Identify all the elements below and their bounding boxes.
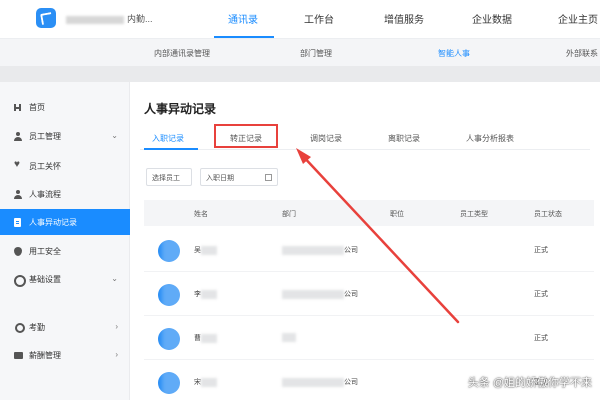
sidebar-item-label: 员工管理: [29, 131, 61, 141]
top-nav: 通讯录 工作台 增值服务 企业数据 企业主页: [0, 0, 600, 38]
employee-name: 曹: [194, 333, 217, 343]
tab-active-indicator: [144, 148, 198, 150]
chevron-right-icon: ›: [115, 350, 118, 359]
redacted-text: [201, 289, 217, 299]
avatar: [158, 372, 180, 394]
sidebar-item-employee-management[interactable]: 员工管理 ⌄: [0, 123, 130, 149]
sidebar-item-employee-care[interactable]: 员工关怀: [0, 153, 130, 179]
home-icon: [14, 103, 23, 112]
sidebar-item-hr-process[interactable]: 人事流程: [0, 181, 130, 207]
user-icon: [14, 189, 23, 199]
employee-department: 公司: [282, 377, 358, 387]
sidebar-item-attendance[interactable]: 考勤 ›: [0, 314, 130, 340]
redacted-text: [282, 333, 296, 342]
tab-hr-analysis-report[interactable]: 人事分析报表: [466, 133, 514, 144]
column-header-position: 职位: [390, 211, 404, 218]
sidebar-item-label: 考勤: [29, 322, 45, 332]
tab-resignation-records[interactable]: 离职记录: [388, 133, 420, 144]
heart-icon: [14, 159, 23, 171]
header-divider-band: [0, 66, 600, 82]
sidebar-item-label: 人事异动记录: [29, 217, 77, 227]
redacted-text: [282, 245, 344, 255]
sidebar-item-hr-change-records[interactable]: 人事异动记录: [0, 209, 130, 235]
table-row[interactable]: 吴 公司 正式: [144, 228, 594, 272]
calendar-icon: [265, 174, 272, 181]
sidebar-item-label: 薪酬管理: [29, 350, 61, 360]
sidebar-item-label: 首页: [29, 102, 45, 112]
gear-icon: [14, 274, 26, 287]
record-tabs: 入职记录 转正记录 调岗记录 离职记录 人事分析报表: [140, 128, 590, 150]
chevron-down-icon: ⌄: [111, 131, 118, 140]
subnav-internal-contacts[interactable]: 内部通讯录管理: [154, 48, 210, 59]
redacted-text: [282, 289, 344, 299]
sidebar-item-salary-management[interactable]: 薪酬管理 ›: [0, 342, 130, 368]
sidebar-item-basic-settings[interactable]: 基础设置 ⌄: [0, 266, 130, 292]
employee-status: 正式: [534, 247, 548, 254]
select-employee-button[interactable]: 选择员工: [146, 168, 192, 186]
annotation-highlight-box: [214, 124, 278, 148]
employee-name: 吴: [194, 245, 217, 255]
shield-icon: [14, 246, 23, 256]
page-title: 人事异动记录: [144, 102, 217, 116]
tab-transfer-records[interactable]: 调岗记录: [310, 133, 342, 144]
employee-name: 李: [194, 289, 217, 299]
subnav-external-contacts[interactable]: 外部联系: [566, 48, 598, 59]
sidebar-item-label: 员工关怀: [29, 161, 61, 171]
table-row[interactable]: 李 公司 正式: [144, 272, 594, 316]
redacted-text: [201, 333, 217, 343]
top-tab-workbench[interactable]: 工作台: [304, 11, 334, 26]
user-icon: [14, 131, 23, 141]
record-icon: [14, 217, 23, 227]
column-header-name: 姓名: [194, 211, 208, 218]
redacted-text: [201, 377, 217, 387]
top-tab-value-added[interactable]: 增值服务: [384, 11, 424, 26]
person-icon: [14, 322, 25, 333]
sidebar-item-label: 基础设置: [29, 274, 61, 284]
top-bar: 内勤... 通讯录 工作台 增值服务 企业数据 企业主页: [0, 0, 600, 38]
table-row[interactable]: 曹 正式: [144, 316, 594, 360]
sidebar-item-employment-safety[interactable]: 用工安全: [0, 238, 130, 264]
top-tab-contacts[interactable]: 通讯录: [228, 11, 258, 26]
onboarding-date-picker[interactable]: 入职日期: [200, 168, 278, 186]
chevron-down-icon: ⌄: [111, 274, 118, 283]
chevron-right-icon: ›: [115, 322, 118, 331]
sidebar-item-label: 人事流程: [29, 189, 61, 199]
avatar: [158, 284, 180, 306]
redacted-text: [282, 377, 344, 387]
column-header-employee-status: 员工状态: [534, 211, 562, 218]
employee-department: [282, 333, 296, 342]
sub-nav: 内部通讯录管理 部门管理 智能人事 外部联系: [0, 38, 600, 66]
date-picker-label: 入职日期: [206, 175, 234, 182]
sidebar-item-home[interactable]: 首页: [0, 94, 130, 120]
employee-name: 宋: [194, 377, 217, 387]
avatar: [158, 328, 180, 350]
column-header-department: 部门: [282, 211, 296, 218]
main-content: 人事异动记录 入职记录 转正记录 调岗记录 离职记录 人事分析报表 选择员工 入…: [130, 82, 600, 400]
salary-icon: [14, 351, 23, 360]
top-tab-enterprise-data[interactable]: 企业数据: [472, 11, 512, 26]
top-tab-enterprise-home[interactable]: 企业主页: [558, 11, 598, 26]
employee-department: 公司: [282, 245, 358, 255]
subnav-department[interactable]: 部门管理: [300, 48, 332, 59]
table-header: 姓名 部门 职位 员工类型 员工状态: [144, 200, 594, 226]
watermark-text: 头条 @姐的娇傲你学不来: [467, 377, 592, 389]
sidebar: 首页 员工管理 ⌄ 员工关怀 人事流程 人事异动记录 用工安全 基础设置 ⌄ 考…: [0, 82, 130, 400]
employee-status: 正式: [534, 335, 548, 342]
avatar: [158, 240, 180, 262]
sidebar-item-label: 用工安全: [29, 246, 61, 256]
redacted-text: [201, 245, 217, 255]
employee-status: 正式: [534, 291, 548, 298]
tab-onboarding-records[interactable]: 入职记录: [152, 133, 184, 144]
subnav-smart-hr[interactable]: 智能人事: [438, 48, 470, 59]
column-header-employee-type: 员工类型: [460, 211, 488, 218]
employee-department: 公司: [282, 289, 358, 299]
